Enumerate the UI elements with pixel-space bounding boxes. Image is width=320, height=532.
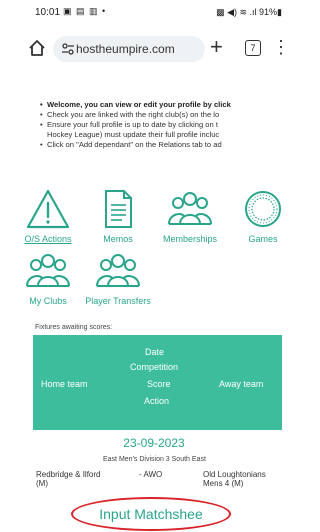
fixtures-table-header: Date Competition Home team Score Away te… — [33, 335, 282, 430]
people-group-icon — [26, 254, 70, 287]
people-group-icon — [96, 254, 140, 287]
note-item: Check you are linked with the right club… — [40, 110, 300, 120]
note-item: Ensure your full profile is up to date b… — [40, 120, 300, 130]
away-team-line: Mens 4 (M) — [203, 479, 244, 488]
input-matchsheet-button[interactable]: Input Matchshee — [71, 497, 231, 531]
fixture-away-team: Old Loughtonians Mens 4 (M) — [203, 470, 266, 488]
home-icon[interactable] — [27, 38, 47, 58]
tile-my-clubs[interactable]: My Clubs — [15, 250, 81, 314]
fixture-date: 23-09-2023 — [123, 436, 185, 450]
memo-document-icon — [105, 190, 132, 228]
note-item: Click on "Add dependant" on the Relation… — [40, 140, 300, 150]
ball-icon — [245, 191, 281, 227]
home-team-line: Redbridge & Ilford — [36, 470, 101, 479]
header-competition: Competition — [130, 362, 179, 372]
tile-memberships[interactable]: Memberships — [157, 188, 223, 252]
new-tab-button[interactable]: + — [210, 34, 223, 60]
status-bar: 10:01 ▣ ▤ ▥ • ▩ ◀) ≋ .ıl 91%▮ — [0, 0, 282, 30]
browser-menu-button[interactable]: ⋮ — [272, 37, 290, 57]
tile-player-transfers[interactable]: Player Transfers — [85, 250, 151, 314]
tile-label: O/S Actions — [24, 234, 72, 244]
header-date: Date — [145, 347, 165, 357]
header-score: Score — [147, 379, 171, 389]
system-status-icons: ▩ ◀) ≋ .ıl 91%▮ — [216, 7, 282, 17]
notification-icons: ▣ ▤ ▥ • — [63, 6, 107, 16]
fixture-competition: East Men's Division 3 South East — [103, 456, 206, 463]
tile-os-actions[interactable]: O/S Actions — [15, 188, 81, 252]
tile-label: Games — [248, 234, 278, 244]
fixtures-title: Fixtures awaiting scores: — [35, 324, 113, 331]
address-bar[interactable]: hostheumpire.com — [53, 36, 205, 62]
tile-label: Memberships — [162, 234, 218, 244]
warning-triangle-icon — [26, 189, 70, 229]
note-item: Welcome, you can view or edit your profi… — [40, 100, 300, 110]
tile-label: My Clubs — [29, 296, 67, 306]
fixture-home-team: Redbridge & Ilford (M) — [36, 470, 100, 488]
tile-games[interactable]: Games — [230, 188, 296, 252]
welcome-notes: Welcome, you can view or edit your profi… — [40, 100, 300, 150]
status-time: 10:01 — [35, 7, 61, 18]
browser-toolbar: hostheumpire.com + 7 ⋮ — [0, 30, 290, 70]
tile-label: Player Transfers — [85, 296, 151, 306]
people-group-icon — [168, 192, 212, 225]
header-away-team: Away team — [219, 379, 264, 389]
note-item: Hockey League) must update their full pr… — [47, 130, 220, 139]
tab-switcher-button[interactable]: 7 — [245, 40, 261, 56]
site-settings-icon[interactable] — [61, 42, 75, 56]
tile-memos[interactable]: Memos — [85, 188, 151, 252]
header-action: Action — [144, 396, 170, 406]
home-team-line: (M) — [36, 479, 48, 488]
fixture-score: - AWO — [139, 470, 163, 479]
tile-label: Memos — [103, 234, 133, 244]
url-text: hostheumpire.com — [76, 42, 175, 56]
input-matchsheet-label: Input Matchshee — [99, 506, 203, 522]
header-home-team: Home team — [41, 379, 88, 389]
away-team-line: Old Loughtonians — [203, 470, 266, 479]
